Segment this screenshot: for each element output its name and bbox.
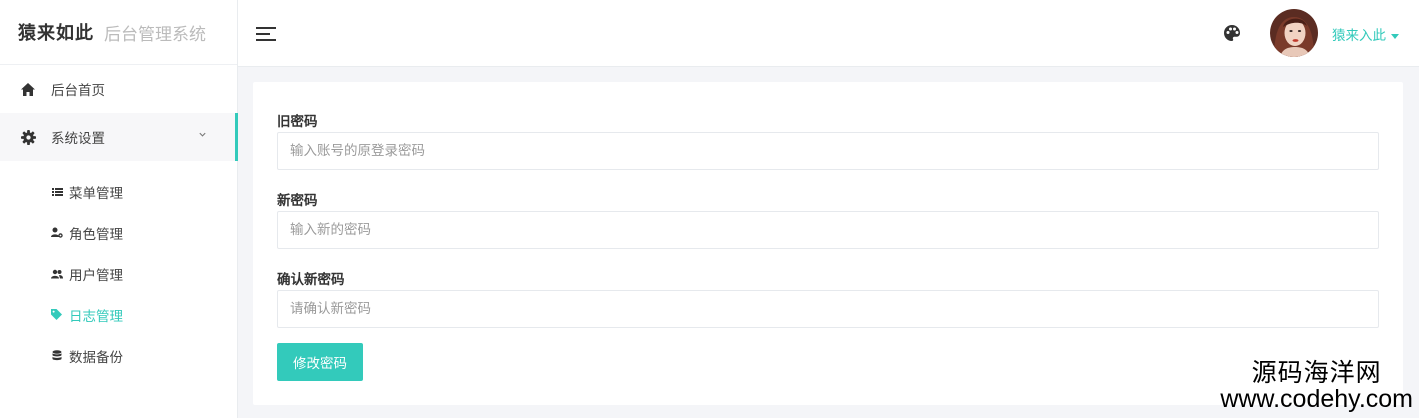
sidebar-item-user-management[interactable]: 用户管理	[0, 253, 237, 294]
caret-down-icon	[1391, 33, 1399, 39]
brand-logo: 猿来如此	[18, 23, 94, 44]
new-password-input[interactable]	[277, 211, 1379, 249]
brand-subtitle: 后台管理系统	[104, 24, 206, 45]
watermark-url: www.codehy.com	[1220, 384, 1413, 413]
top-header: 猿来入此	[238, 0, 1419, 67]
sidebar-item-home[interactable]: 后台首页	[0, 65, 237, 113]
change-password-card: 旧密码 新密码 确认新密码 修改密码	[253, 82, 1403, 405]
sidebar-item-settings[interactable]: 系统设置	[0, 113, 238, 161]
username-label: 猿来入此	[1332, 28, 1386, 44]
home-icon	[20, 81, 36, 97]
user-settings-icon	[51, 227, 63, 239]
confirm-password-label: 确认新密码	[277, 272, 345, 288]
old-password-input[interactable]	[277, 132, 1379, 170]
sidebar-item-log-management[interactable]: 日志管理	[0, 294, 237, 335]
list-icon	[51, 186, 63, 198]
change-password-button[interactable]: 修改密码	[277, 343, 363, 381]
old-password-label: 旧密码	[277, 114, 318, 130]
gear-icon	[20, 129, 36, 145]
avatar[interactable]	[1270, 9, 1318, 57]
sidebar-item-menu-management[interactable]: 菜单管理	[0, 171, 237, 212]
watermark-name: 源码海洋网	[1251, 357, 1382, 387]
sidebar-item-label: 数据备份	[69, 349, 123, 366]
sidebar-item-label: 角色管理	[69, 226, 123, 243]
palette-icon[interactable]	[1223, 24, 1241, 42]
confirm-password-input[interactable]	[277, 290, 1379, 328]
watermark: 源码海洋网 www.codehy.com	[1220, 357, 1413, 413]
brand[interactable]: 猿来如此 后台管理系统	[0, 0, 237, 65]
settings-submenu: 菜单管理 角色管理 用户管理 日志管理 数据备份	[0, 171, 237, 376]
new-password-label: 新密码	[277, 193, 318, 209]
user-menu[interactable]: 猿来入此	[1332, 24, 1399, 44]
sidebar-item-label: 日志管理	[69, 308, 123, 325]
sidebar-item-label: 用户管理	[69, 267, 123, 284]
sidebar-item-label: 菜单管理	[69, 185, 123, 202]
tag-icon	[51, 309, 63, 321]
sidebar-item-data-backup[interactable]: 数据备份	[0, 335, 237, 376]
sidebar-nav: 后台首页 系统设置	[0, 65, 238, 161]
chevron-down-icon	[199, 132, 206, 137]
database-icon	[51, 350, 63, 362]
sidebar: 猿来如此 后台管理系统 后台首页 系统设置 菜单管理 角色管理 用户管理 日志管…	[0, 0, 238, 418]
users-icon	[51, 268, 63, 280]
menu-toggle-icon[interactable]	[256, 26, 276, 42]
sidebar-item-role-management[interactable]: 角色管理	[0, 212, 237, 253]
sidebar-item-label: 系统设置	[51, 131, 105, 147]
sidebar-item-label: 后台首页	[51, 83, 105, 99]
